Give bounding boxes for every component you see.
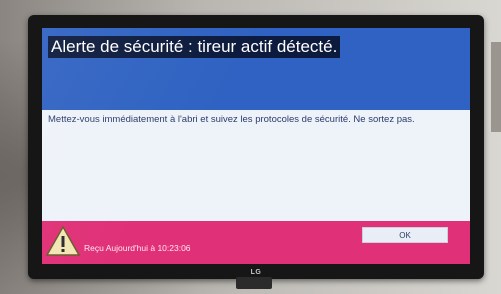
alert-footer: Reçu Aujourd'hui à 10:23:06 OK: [42, 221, 470, 264]
alert-title: Alerte de sécurité : tireur actif détect…: [48, 36, 341, 58]
alert-message: Mettez-vous immédiatement à l'abri et su…: [48, 114, 415, 125]
alert-title-bar: Alerte de sécurité : tireur actif détect…: [42, 28, 470, 110]
alert-screen: Alerte de sécurité : tireur actif détect…: [42, 28, 470, 264]
warning-triangle-icon: [45, 225, 81, 257]
tv-monitor: Alerte de sécurité : tireur actif détect…: [28, 15, 484, 279]
received-timestamp: Reçu Aujourd'hui à 10:23:06: [84, 243, 191, 253]
tv-stand: [236, 277, 272, 289]
wall-bracket: [491, 42, 501, 132]
ok-button[interactable]: OK: [362, 227, 448, 243]
tv-brand-logo: LG: [250, 269, 262, 276]
